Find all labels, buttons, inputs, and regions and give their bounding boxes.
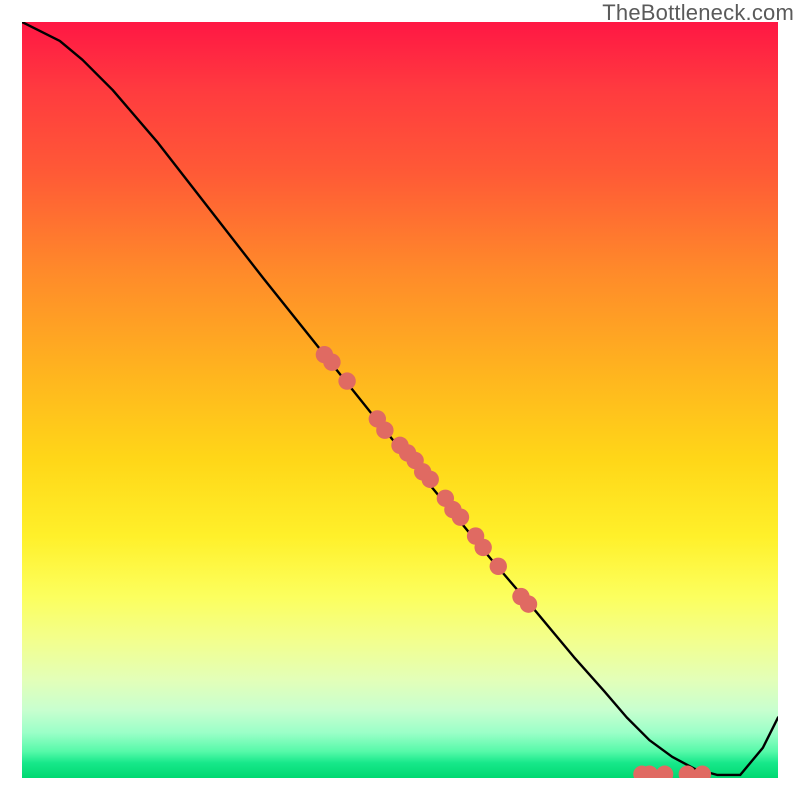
data-point bbox=[656, 766, 673, 778]
chart-container: TheBottleneck.com bbox=[0, 0, 800, 800]
data-point bbox=[452, 508, 469, 525]
data-point bbox=[520, 595, 537, 612]
curve-line bbox=[22, 22, 778, 775]
data-point bbox=[490, 558, 507, 575]
data-point bbox=[323, 354, 340, 371]
data-point bbox=[338, 372, 355, 389]
scatter-points bbox=[316, 346, 711, 778]
data-point bbox=[694, 766, 711, 778]
chart-svg bbox=[22, 22, 778, 778]
data-point bbox=[376, 422, 393, 439]
plot-area bbox=[22, 22, 778, 778]
data-point bbox=[474, 539, 491, 556]
data-point bbox=[422, 471, 439, 488]
